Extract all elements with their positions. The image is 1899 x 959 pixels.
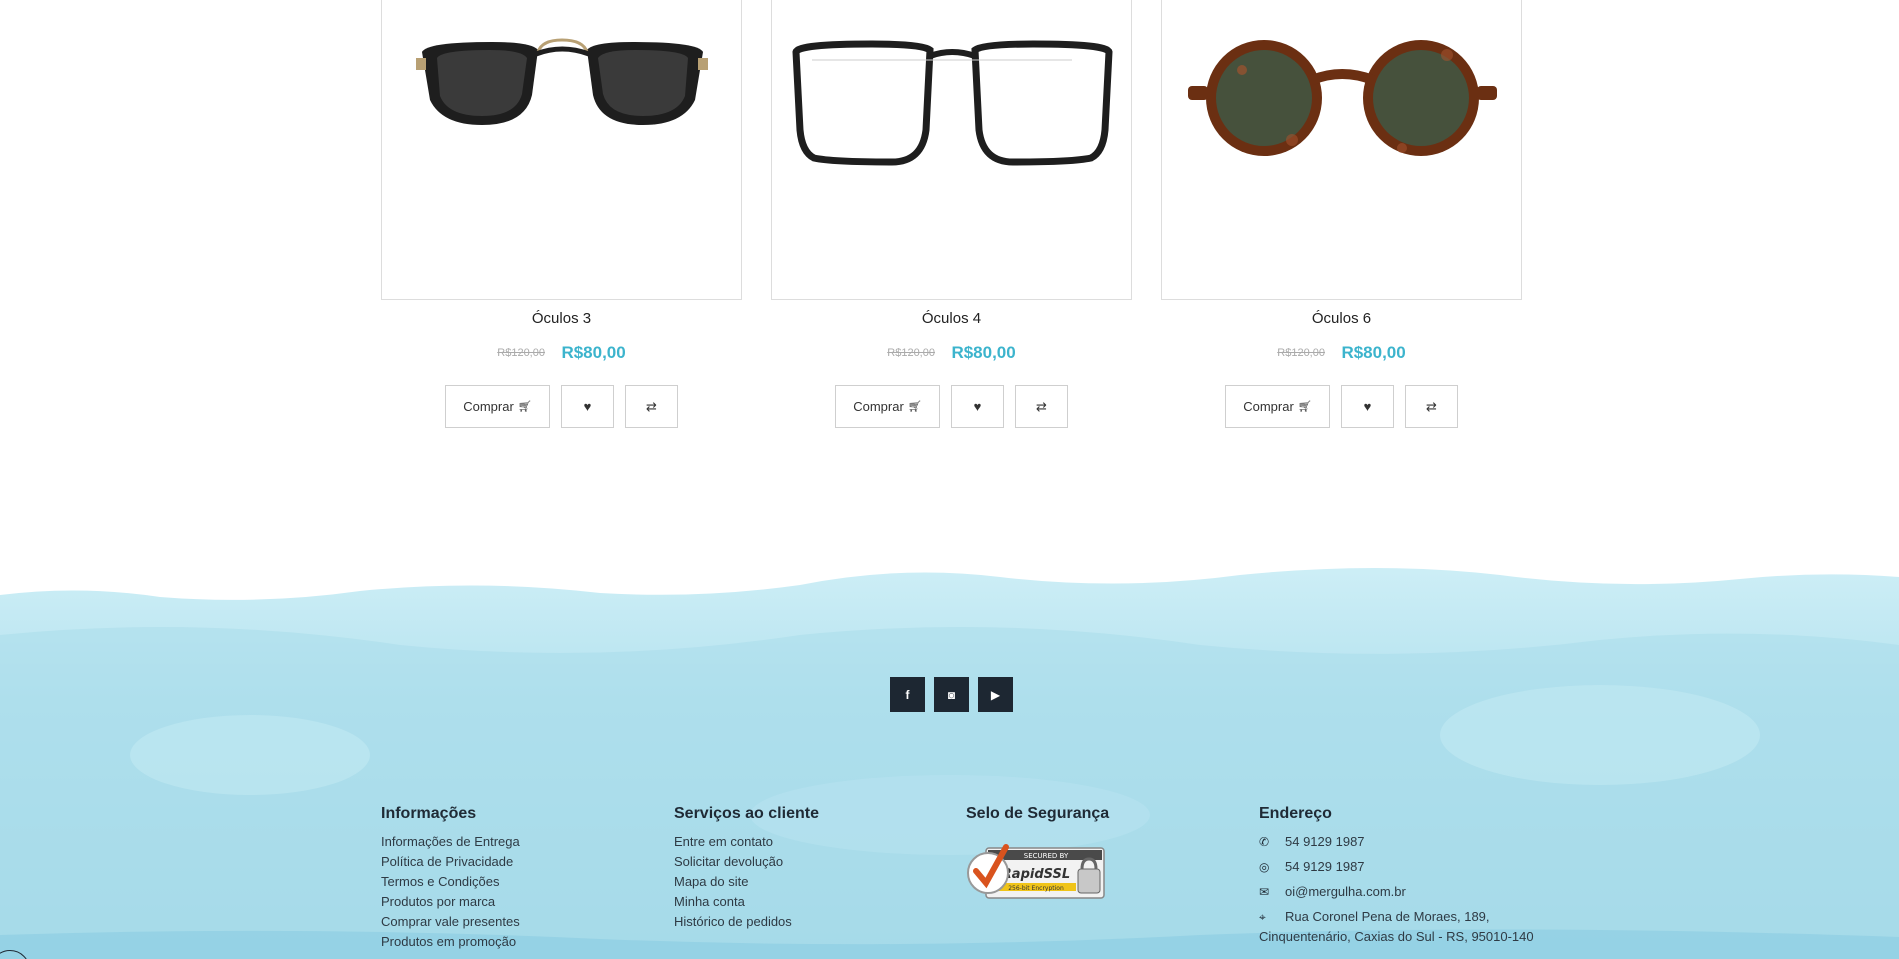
map-marker-icon: ⌖ bbox=[1259, 910, 1266, 924]
price: R$80,00 bbox=[1341, 343, 1406, 362]
address-item: ⌖ Rua Coronel Pena de Moraes, 189, Cinque… bbox=[1259, 907, 1539, 947]
phone-item: ✆ 54 9129 1987 bbox=[1259, 832, 1539, 857]
exchange-icon: ⇄ bbox=[1426, 398, 1437, 414]
product-image[interactable] bbox=[381, 0, 742, 300]
footer-link[interactable]: Produtos por marca bbox=[381, 892, 520, 912]
old-price: R$120,00 bbox=[1277, 347, 1325, 359]
exchange-icon: ⇄ bbox=[1036, 398, 1047, 414]
sunglasses-image bbox=[416, 38, 708, 125]
product-name[interactable]: Óculos 6 bbox=[1161, 309, 1522, 329]
compare-button[interactable]: ⇄ bbox=[1015, 385, 1068, 428]
product-actions: Comprar 🛒︎ ♥ ⇄ bbox=[381, 385, 742, 428]
round-sunglasses-image bbox=[1188, 40, 1497, 156]
seal-brand-text: RapidSSL bbox=[1002, 867, 1070, 882]
product-prices: R$120,00 R$80,00 bbox=[381, 341, 742, 365]
product-card: Óculos 6 R$120,00 R$80,00 Comprar 🛒︎ ♥ ⇄ bbox=[1161, 0, 1522, 428]
seal-bottom-text: 256-bit Encryption bbox=[1008, 885, 1064, 892]
footer: f ◙ ▶ Informações Informações de Entrega… bbox=[0, 555, 1899, 959]
footer-link[interactable]: Informações de Entrega bbox=[381, 832, 520, 852]
facebook-icon[interactable]: f bbox=[890, 677, 925, 712]
phone-icon: ✆ bbox=[1259, 835, 1270, 849]
buy-label: Comprar bbox=[1243, 399, 1294, 414]
social-links: f ◙ ▶ bbox=[890, 677, 1013, 712]
heart-icon: ♥ bbox=[583, 399, 592, 414]
footer-security-title: Selo de Segurança bbox=[966, 805, 1110, 822]
cart-icon: 🛒︎ bbox=[907, 401, 922, 413]
footer-info-column: Informações Informações de Entrega Polít… bbox=[381, 805, 520, 952]
footer-link[interactable]: Solicitar devolução bbox=[674, 852, 819, 872]
price: R$80,00 bbox=[951, 343, 1016, 362]
wishlist-button[interactable]: ♥ bbox=[561, 385, 614, 428]
cart-icon: 🛒︎ bbox=[517, 401, 532, 413]
price: R$80,00 bbox=[561, 343, 626, 362]
address-city: Cinquentenário, Caxias do Sul - RS, 9501… bbox=[1259, 929, 1534, 944]
buy-button[interactable]: Comprar 🛒︎ bbox=[445, 385, 550, 428]
whatsapp-number[interactable]: 54 9129 1987 bbox=[1285, 859, 1365, 874]
product-prices: R$120,00 R$80,00 bbox=[771, 341, 1132, 365]
product-card: Óculos 4 R$120,00 R$80,00 Comprar 🛒︎ ♥ ⇄ bbox=[771, 0, 1132, 428]
footer-service-column: Serviços ao cliente Entre em contato Sol… bbox=[674, 805, 819, 932]
old-price: R$120,00 bbox=[497, 347, 545, 359]
eyeglasses-image bbox=[792, 40, 1113, 166]
product-actions: Comprar 🛒︎ ♥ ⇄ bbox=[1161, 385, 1522, 428]
whatsapp-item: ◎ 54 9129 1987 bbox=[1259, 857, 1539, 882]
youtube-icon[interactable]: ▶ bbox=[978, 677, 1013, 712]
buy-button[interactable]: Comprar 🛒︎ bbox=[1225, 385, 1330, 428]
seal-top-text: SECURED BY bbox=[1024, 852, 1069, 860]
footer-link[interactable]: Produtos em promoção bbox=[381, 932, 520, 952]
buy-button[interactable]: Comprar 🛒︎ bbox=[835, 385, 940, 428]
product-card: Óculos 3 R$120,00 R$80,00 Comprar 🛒︎ ♥ ⇄ bbox=[381, 0, 742, 428]
heart-icon: ♥ bbox=[973, 399, 982, 414]
footer-address-title: Endereço bbox=[1259, 805, 1332, 822]
phone-number[interactable]: 54 9129 1987 bbox=[1285, 834, 1365, 849]
wishlist-button[interactable]: ♥ bbox=[951, 385, 1004, 428]
footer-security-column: Selo de Segurança SECURED BY RapidSSL 25… bbox=[966, 805, 1109, 908]
email-item: ✉ oi@mergulha.com.br bbox=[1259, 882, 1539, 907]
address-street: Rua Coronel Pena de Moraes, 189, bbox=[1285, 909, 1490, 924]
product-actions: Comprar 🛒︎ ♥ ⇄ bbox=[771, 385, 1132, 428]
footer-link[interactable]: Termos e Condições bbox=[381, 872, 520, 892]
rapidssl-seal[interactable]: SECURED BY RapidSSL 256-bit Encryption bbox=[966, 833, 1109, 908]
page: Óculos 3 R$120,00 R$80,00 Comprar 🛒︎ ♥ ⇄ bbox=[0, 0, 1899, 959]
footer-link[interactable]: Comprar vale presentes bbox=[381, 912, 520, 932]
instagram-icon[interactable]: ◙ bbox=[934, 677, 969, 712]
product-image[interactable] bbox=[1161, 0, 1522, 300]
footer-info-title: Informações bbox=[381, 805, 477, 822]
product-grid: Óculos 3 R$120,00 R$80,00 Comprar 🛒︎ ♥ ⇄ bbox=[381, 0, 1523, 440]
footer-link[interactable]: Política de Privacidade bbox=[381, 852, 520, 872]
footer-address-column: Endereço ✆ 54 9129 1987 ◎ 54 9129 1987 ✉ oi… bbox=[1259, 805, 1539, 947]
compare-button[interactable]: ⇄ bbox=[625, 385, 678, 428]
cart-icon: 🛒︎ bbox=[1297, 401, 1312, 413]
watercolor-background bbox=[0, 568, 1899, 959]
buy-label: Comprar bbox=[853, 399, 904, 414]
product-name[interactable]: Óculos 4 bbox=[771, 309, 1132, 329]
ssl-seal-badge: SECURED BY RapidSSL 256-bit Encryption bbox=[967, 844, 1105, 899]
product-image[interactable] bbox=[771, 0, 1132, 300]
product-name[interactable]: Óculos 3 bbox=[381, 309, 742, 329]
footer-link[interactable]: Entre em contato bbox=[674, 832, 819, 852]
footer-link[interactable]: Histórico de pedidos bbox=[674, 912, 819, 932]
whatsapp-icon: ◎ bbox=[1259, 860, 1270, 874]
envelope-icon: ✉ bbox=[1259, 885, 1270, 899]
old-price: R$120,00 bbox=[887, 347, 935, 359]
product-prices: R$120,00 R$80,00 bbox=[1161, 341, 1522, 365]
compare-button[interactable]: ⇄ bbox=[1405, 385, 1458, 428]
wishlist-button[interactable]: ♥ bbox=[1341, 385, 1394, 428]
heart-icon: ♥ bbox=[1363, 399, 1372, 414]
exchange-icon: ⇄ bbox=[646, 398, 657, 414]
footer-link[interactable]: Minha conta bbox=[674, 892, 819, 912]
footer-service-title: Serviços ao cliente bbox=[674, 805, 819, 822]
buy-label: Comprar bbox=[463, 399, 514, 414]
email-link[interactable]: oi@mergulha.com.br bbox=[1285, 884, 1406, 899]
footer-link[interactable]: Mapa do site bbox=[674, 872, 819, 892]
